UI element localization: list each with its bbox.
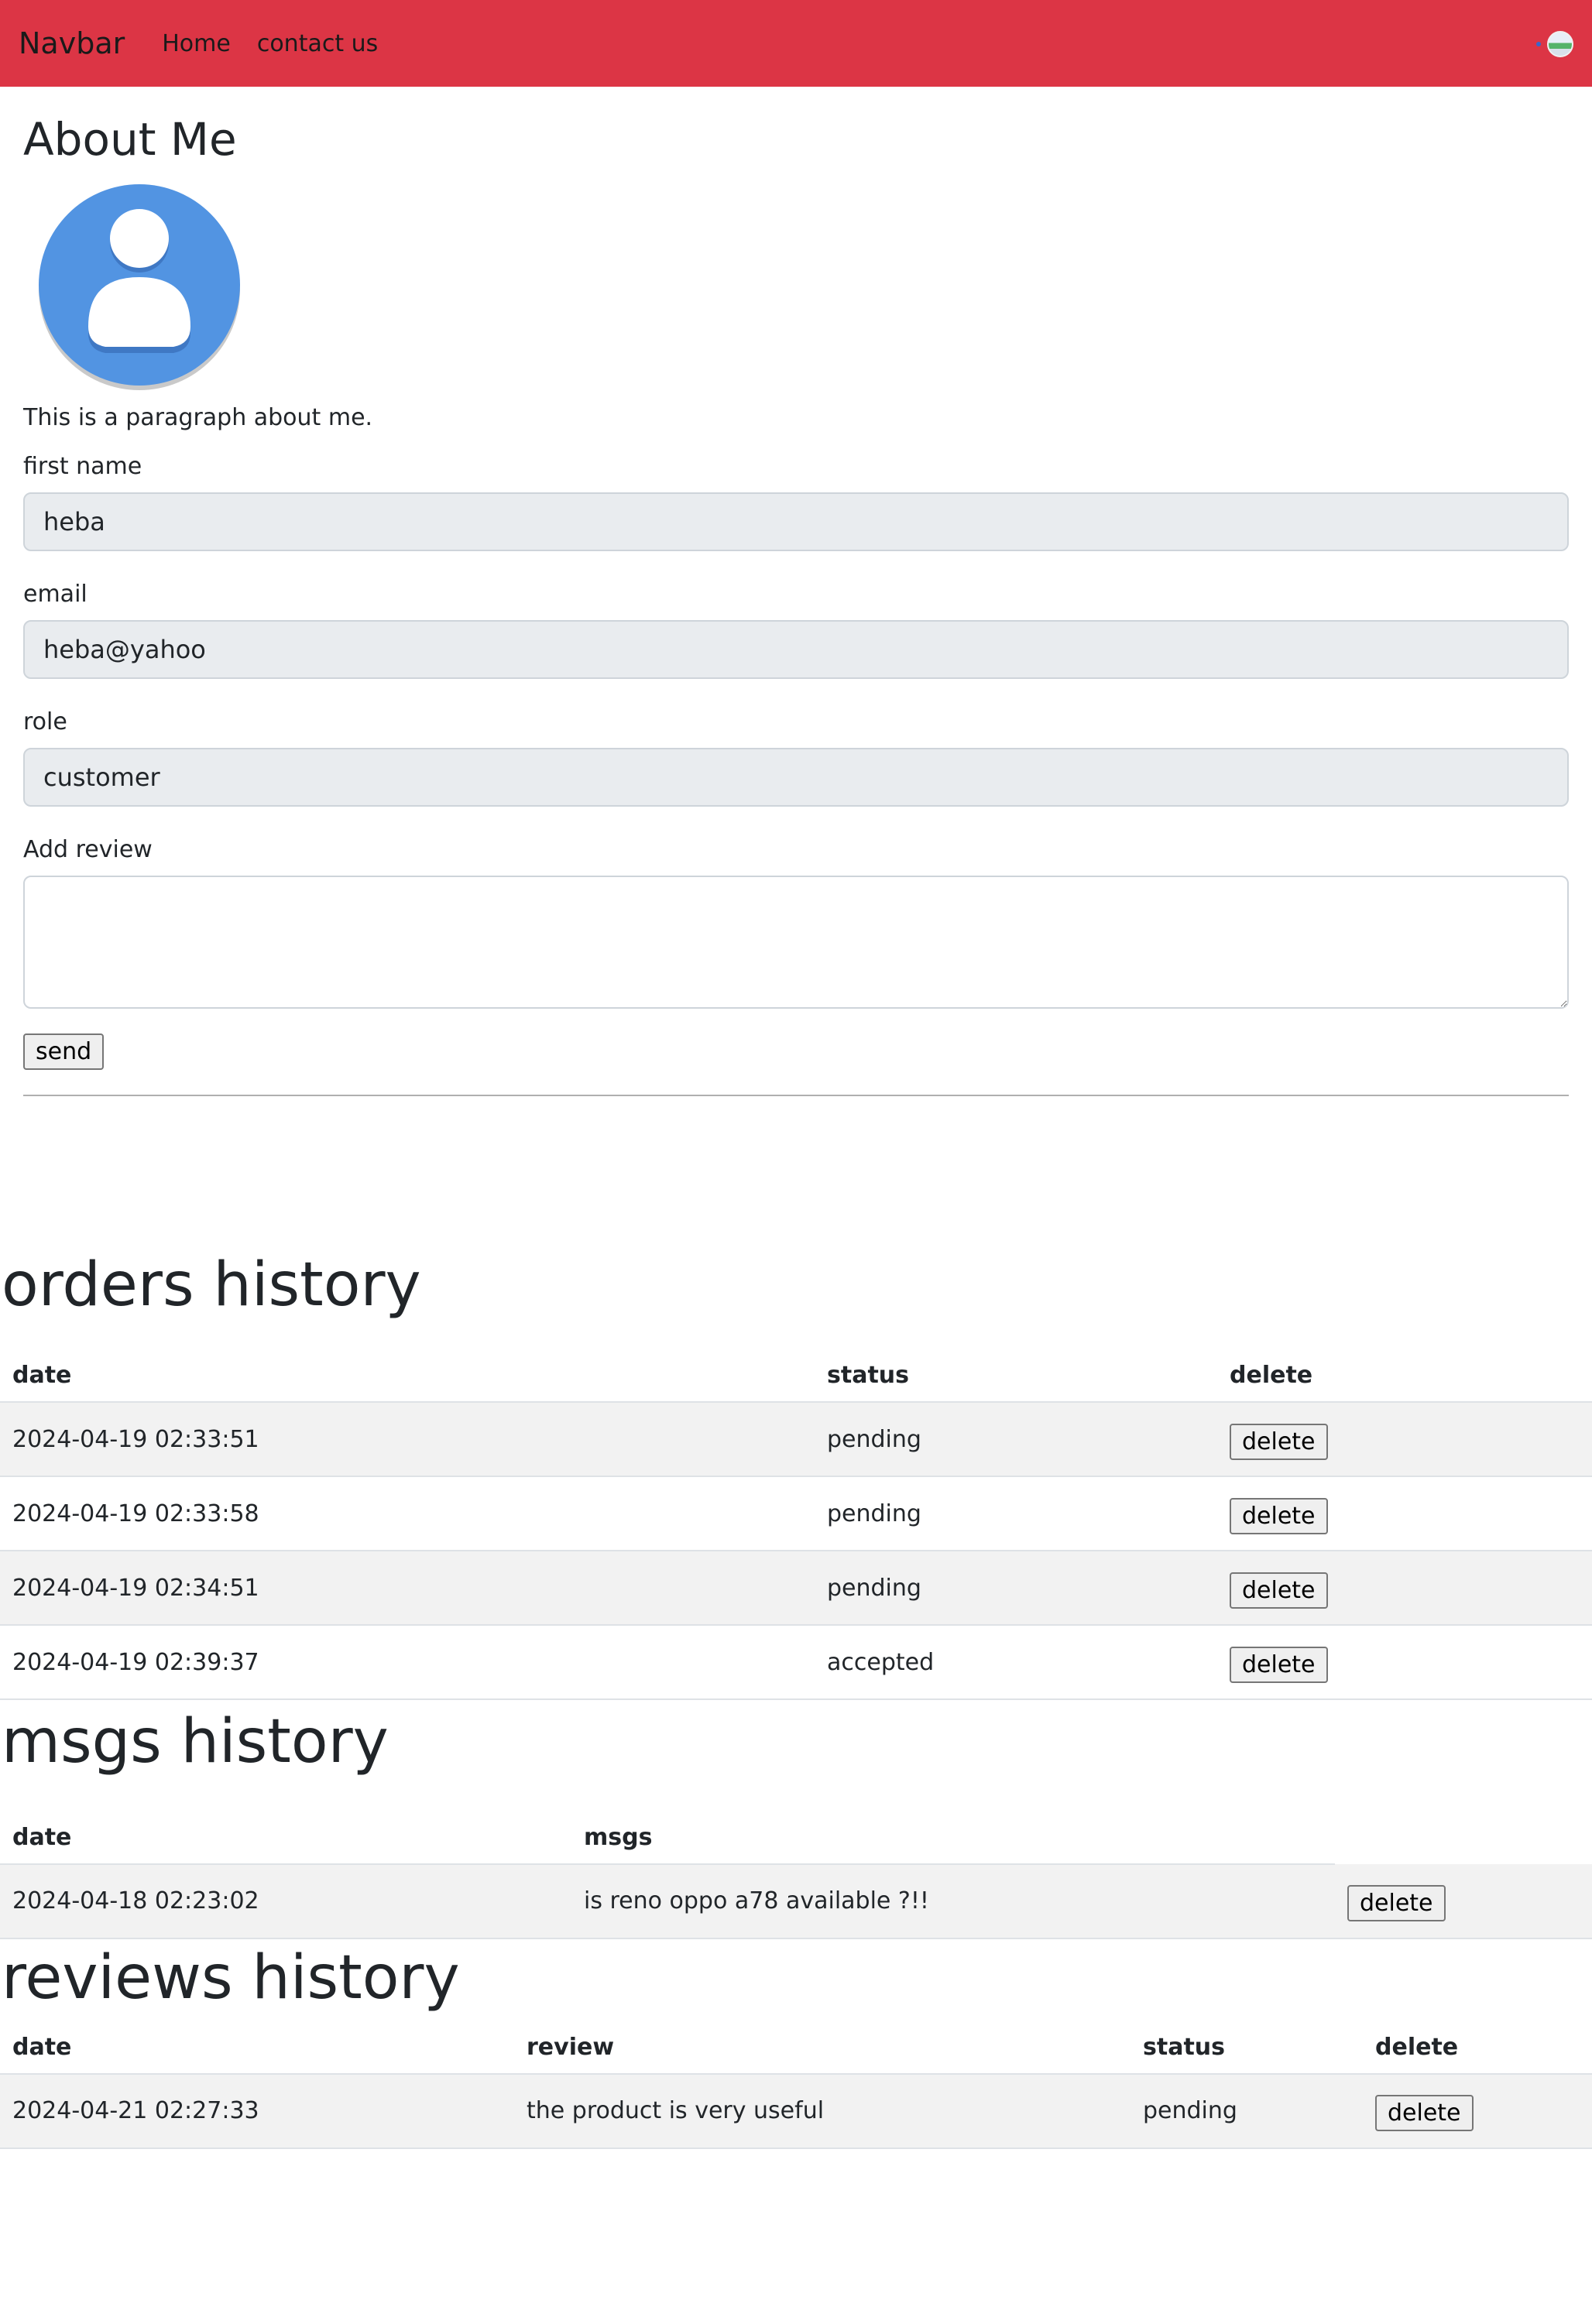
first-name-field[interactable] xyxy=(23,492,1569,551)
table-row: 2024-04-18 02:23:02 is reno oppo a78 ava… xyxy=(0,1863,1592,1939)
order-date: 2024-04-19 02:39:37 xyxy=(0,1625,815,1701)
table-row: 2024-04-19 02:39:37 accepted delete xyxy=(0,1625,1592,1701)
review-date: 2024-04-21 02:27:33 xyxy=(0,2073,514,2149)
review-textarea[interactable] xyxy=(23,875,1569,1009)
profile-avatar-icon xyxy=(39,183,240,390)
review-status: pending xyxy=(1131,2073,1363,2149)
column-header-delete: delete xyxy=(1363,2021,1592,2075)
navbar-brand[interactable]: Navbar xyxy=(19,26,125,60)
order-date: 2024-04-19 02:34:51 xyxy=(0,1551,815,1626)
table-row: 2024-04-19 02:33:58 pending delete xyxy=(0,1476,1592,1552)
nav-link-home[interactable]: Home xyxy=(162,30,231,57)
column-header-status: status xyxy=(1131,2021,1363,2075)
order-status: accepted xyxy=(815,1625,1217,1701)
section-divider xyxy=(23,1094,1569,1096)
nav-profile-image[interactable] xyxy=(1547,31,1573,57)
about-section: About Me This is a paragraph about me. f… xyxy=(0,113,1592,1096)
column-header-date: date xyxy=(0,1811,571,1865)
reviews-history-title: reviews history xyxy=(2,1942,460,2013)
msg-text: is reno oppo a78 available ?!! xyxy=(571,1863,1335,1939)
navbar: Navbar Home contact us xyxy=(0,0,1592,87)
table-row: 2024-04-21 02:27:33 the product is very … xyxy=(0,2073,1592,2149)
table-row: 2024-04-19 02:33:51 pending delete xyxy=(0,1402,1592,1478)
page-title: About Me xyxy=(23,113,237,166)
msgs-table: date msgs 2024-04-18 02:23:02 is reno op… xyxy=(0,1811,1592,1939)
delete-order-button[interactable]: delete xyxy=(1230,1572,1328,1609)
table-row: 2024-04-19 02:34:51 pending delete xyxy=(0,1551,1592,1626)
role-label: role xyxy=(23,708,67,735)
order-status: pending xyxy=(815,1476,1217,1552)
column-header-msgs: msgs xyxy=(571,1811,1335,1865)
orders-table: date status delete 2024-04-19 02:33:51 p… xyxy=(0,1349,1592,1701)
nav-indicator-dot xyxy=(1536,42,1541,46)
delete-order-button[interactable]: delete xyxy=(1230,1423,1328,1460)
order-date: 2024-04-19 02:33:51 xyxy=(0,1402,815,1478)
review-text: the product is very useful xyxy=(514,2073,1131,2149)
msg-date: 2024-04-18 02:23:02 xyxy=(0,1863,571,1939)
first-name-label: first name xyxy=(23,452,142,480)
column-header-date: date xyxy=(0,1349,815,1404)
column-header-date: date xyxy=(0,2021,514,2075)
order-status: pending xyxy=(815,1551,1217,1626)
email-field[interactable] xyxy=(23,619,1569,679)
column-header-empty xyxy=(1335,1812,1592,1864)
delete-msg-button[interactable]: delete xyxy=(1347,1884,1446,1921)
table-header-row: date status delete xyxy=(0,1349,1592,1404)
delete-order-button[interactable]: delete xyxy=(1230,1497,1328,1534)
email-label: email xyxy=(23,580,87,608)
orders-history-title: orders history xyxy=(2,1249,421,1320)
column-header-status: status xyxy=(815,1349,1217,1404)
table-header-row: date review status delete xyxy=(0,2021,1592,2075)
role-field[interactable] xyxy=(23,747,1569,807)
reviews-table: date review status delete 2024-04-21 02:… xyxy=(0,2021,1592,2149)
column-header-review: review xyxy=(514,2021,1131,2075)
nav-link-contact-us[interactable]: contact us xyxy=(257,30,378,57)
delete-order-button[interactable]: delete xyxy=(1230,1646,1328,1683)
order-status: pending xyxy=(815,1402,1217,1478)
add-review-label: Add review xyxy=(23,835,153,863)
msgs-history-title: msgs history xyxy=(2,1707,389,1777)
about-paragraph: This is a paragraph about me. xyxy=(23,403,373,431)
table-header-row: date msgs xyxy=(0,1811,1592,1865)
send-button[interactable]: send xyxy=(23,1033,105,1070)
delete-review-button[interactable]: delete xyxy=(1375,2095,1474,2132)
column-header-delete: delete xyxy=(1217,1349,1592,1404)
order-date: 2024-04-19 02:33:58 xyxy=(0,1476,815,1552)
